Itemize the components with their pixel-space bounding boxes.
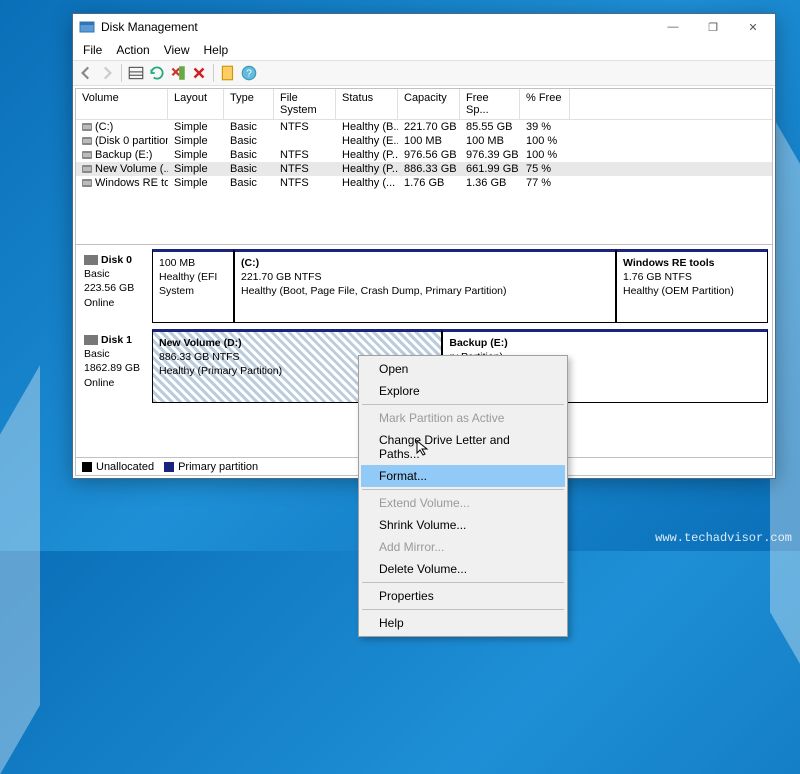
col-volume[interactable]: Volume (76, 89, 168, 119)
window-title: Disk Management (101, 20, 653, 34)
menu-view[interactable]: View (158, 41, 196, 59)
drive-icon (82, 179, 92, 187)
ctx-separator (362, 489, 564, 490)
col-capacity[interactable]: Capacity (398, 89, 460, 119)
ctx-help[interactable]: Help (361, 612, 565, 634)
col-status[interactable]: Status (336, 89, 398, 119)
minimize-button[interactable]: — (653, 14, 693, 40)
table-view-icon[interactable] (127, 64, 145, 82)
volume-row[interactable]: Backup (E:) SimpleBasicNTFS Healthy (P..… (76, 148, 772, 162)
col-pctfree[interactable]: % Free (520, 89, 570, 119)
context-menu: Open Explore Mark Partition as Active Ch… (358, 355, 568, 637)
col-layout[interactable]: Layout (168, 89, 224, 119)
legend-label: Unallocated (96, 461, 154, 473)
ctx-format[interactable]: Format... (361, 465, 565, 487)
col-freespace[interactable]: Free Sp... (460, 89, 520, 119)
drive-icon (82, 165, 92, 173)
disk-icon (84, 255, 98, 265)
col-filesystem[interactable]: File System (274, 89, 336, 119)
legend-label: Primary partition (178, 461, 258, 473)
menu-file[interactable]: File (77, 41, 108, 59)
drive-icon (82, 151, 92, 159)
svg-text:?: ? (246, 68, 252, 79)
maximize-button[interactable]: ❐ (693, 14, 733, 40)
ctx-change-letter[interactable]: Change Drive Letter and Paths... (361, 429, 565, 465)
disk-row-0: Disk 0 Basic223.56 GBOnline 100 MBHealth… (80, 249, 768, 323)
toolbar: ? (73, 60, 775, 86)
menu-action[interactable]: Action (110, 41, 155, 59)
disk-label[interactable]: Disk 1 Basic1862.89 GBOnline (80, 329, 152, 403)
action-icon[interactable] (169, 64, 187, 82)
ctx-separator (362, 582, 564, 583)
volume-list[interactable]: Volume Layout Type File System Status Ca… (76, 89, 772, 245)
ctx-open[interactable]: Open (361, 358, 565, 380)
toolbar-separator (121, 64, 122, 82)
delete-icon[interactable] (190, 64, 208, 82)
partition-c[interactable]: (C:) 221.70 GB NTFSHealthy (Boot, Page F… (234, 249, 616, 323)
menu-help[interactable]: Help (198, 41, 235, 59)
volume-row[interactable]: (C:) SimpleBasicNTFS Healthy (B...221.70… (76, 120, 772, 134)
titlebar[interactable]: Disk Management — ❐ ✕ (73, 14, 775, 40)
close-button[interactable]: ✕ (733, 14, 773, 40)
ctx-mirror: Add Mirror... (361, 536, 565, 558)
forward-icon[interactable] (98, 64, 116, 82)
column-headers[interactable]: Volume Layout Type File System Status Ca… (76, 89, 772, 120)
toolbar-separator (213, 64, 214, 82)
ctx-separator (362, 404, 564, 405)
ctx-properties[interactable]: Properties (361, 585, 565, 607)
legend-swatch-unallocated (82, 462, 92, 472)
ctx-extend: Extend Volume... (361, 492, 565, 514)
disk-label[interactable]: Disk 0 Basic223.56 GBOnline (80, 249, 152, 323)
disk-icon (84, 335, 98, 345)
app-icon (79, 19, 95, 35)
volume-row[interactable]: New Volume (... SimpleBasicNTFS Healthy … (76, 162, 772, 176)
properties-icon[interactable] (219, 64, 237, 82)
ctx-delete[interactable]: Delete Volume... (361, 558, 565, 580)
drive-icon (82, 123, 92, 131)
back-icon[interactable] (77, 64, 95, 82)
watermark-text: www.techadvisor.com (655, 531, 792, 545)
legend-swatch-primary (164, 462, 174, 472)
col-type[interactable]: Type (224, 89, 274, 119)
ctx-separator (362, 609, 564, 610)
drive-icon (82, 137, 92, 145)
partition-retools[interactable]: Windows RE tools 1.76 GB NTFSHealthy (OE… (616, 249, 768, 323)
help-icon[interactable]: ? (240, 64, 258, 82)
volume-row[interactable]: Windows RE tools SimpleBasicNTFS Healthy… (76, 176, 772, 190)
volume-row[interactable]: (Disk 0 partition 1) SimpleBasic Healthy… (76, 134, 772, 148)
ctx-shrink[interactable]: Shrink Volume... (361, 514, 565, 536)
ctx-mark-active: Mark Partition as Active (361, 407, 565, 429)
refresh-icon[interactable] (148, 64, 166, 82)
menubar: File Action View Help (73, 40, 775, 60)
partition-efi[interactable]: 100 MBHealthy (EFI System (152, 249, 234, 323)
ctx-explore[interactable]: Explore (361, 380, 565, 402)
